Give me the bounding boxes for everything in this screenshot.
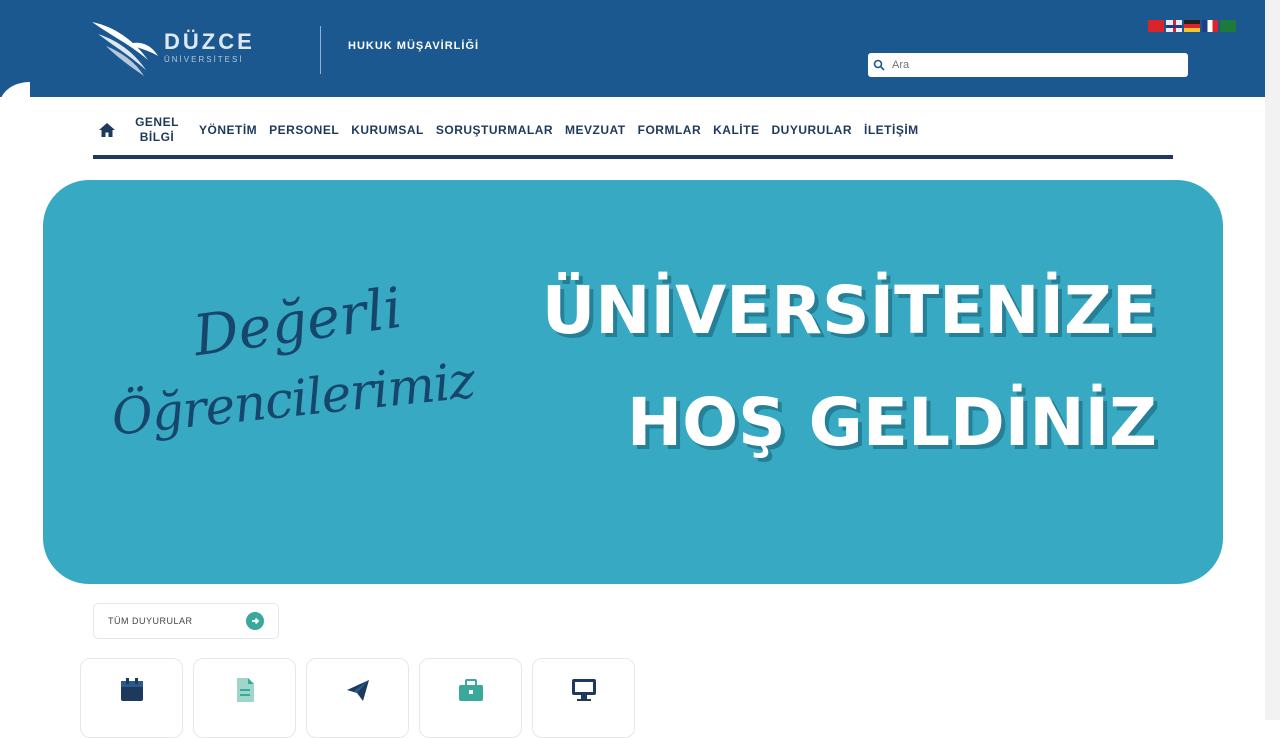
quick-link-card[interactable] (419, 658, 522, 738)
monitor-icon (571, 679, 596, 701)
quick-link-card[interactable] (532, 658, 635, 738)
main-nav: GENEL BİLGİ YÖNETİM PERSONEL KURUMSAL SO… (93, 104, 1173, 156)
banner-headline-line2: HOŞ GELDİNİZ (626, 384, 1157, 461)
quick-links (80, 658, 635, 738)
nav-item-kalite[interactable]: KALİTE (707, 123, 765, 137)
nav-item-sorusturmalar[interactable]: SORUŞTURMALAR (430, 123, 559, 137)
nav-item-duyurular[interactable]: DUYURULAR (765, 123, 858, 137)
search-box (868, 53, 1188, 77)
sa-flag-icon[interactable] (1220, 20, 1236, 32)
scrollbar[interactable] (1265, 0, 1280, 720)
all-announcements-link[interactable]: TÜM DUYURULAR (93, 603, 279, 639)
nav-item-genel-bilgi[interactable]: GENEL BİLGİ (121, 115, 193, 145)
briefcase-icon (458, 679, 483, 701)
welcome-banner[interactable]: Değerli Öğrencilerimiz ÜNİVERSİTENİZE HO… (43, 180, 1223, 584)
header-divider (320, 26, 321, 74)
fr-flag-icon[interactable] (1202, 20, 1218, 32)
quick-link-card[interactable] (306, 658, 409, 738)
nav-item-kurumsal[interactable]: KURUMSAL (345, 123, 430, 137)
calendar-icon (120, 678, 143, 701)
university-logo[interactable]: DÜZCE ÜNİVERSİTESİ (88, 16, 303, 78)
nav-item-iletisim[interactable]: İLETİŞİM (858, 123, 925, 137)
logo-title: DÜZCE (164, 28, 255, 54)
site-header: DÜZCE ÜNİVERSİTESİ HUKUK MÜŞAVİRLİĞİ (0, 0, 1265, 97)
nav-item-personel[interactable]: PERSONEL (263, 123, 345, 137)
nav-item-formlar[interactable]: FORMLAR (632, 123, 708, 137)
nav-divider (93, 155, 1173, 159)
quick-link-card[interactable] (80, 658, 183, 738)
banner-headline-line1: ÜNİVERSİTENİZE (541, 272, 1157, 349)
all-announcements-label: TÜM DUYURULAR (108, 616, 193, 626)
banner-script: Değerli Öğrencilerimiz (103, 276, 503, 470)
search-icon[interactable] (868, 59, 890, 71)
de-flag-icon[interactable] (1184, 20, 1200, 32)
nav-item-yonetim[interactable]: YÖNETİM (193, 123, 263, 137)
gb-flag-icon[interactable] (1166, 20, 1182, 32)
send-icon (346, 680, 369, 701)
document-icon (236, 678, 254, 702)
banner-headline: ÜNİVERSİTENİZE HOŞ GELDİNİZ (542, 278, 1157, 456)
logo-subtitle: ÜNİVERSİTESİ (164, 54, 244, 64)
department-title[interactable]: HUKUK MÜŞAVİRLİĞİ (348, 40, 479, 52)
arrow-right-icon (246, 612, 264, 630)
quick-link-card[interactable] (193, 658, 296, 738)
search-input[interactable] (890, 58, 1174, 72)
logo-mark-icon (92, 22, 158, 76)
banner-script-line2: Öğrencilerimiz (108, 351, 477, 447)
nav-item-mevzuat[interactable]: MEVZUAT (559, 123, 632, 137)
tr-flag-icon[interactable] (1148, 20, 1164, 32)
language-selector (1148, 20, 1236, 32)
home-icon[interactable] (93, 123, 121, 137)
banner-script-line1: Değerli (189, 275, 407, 370)
